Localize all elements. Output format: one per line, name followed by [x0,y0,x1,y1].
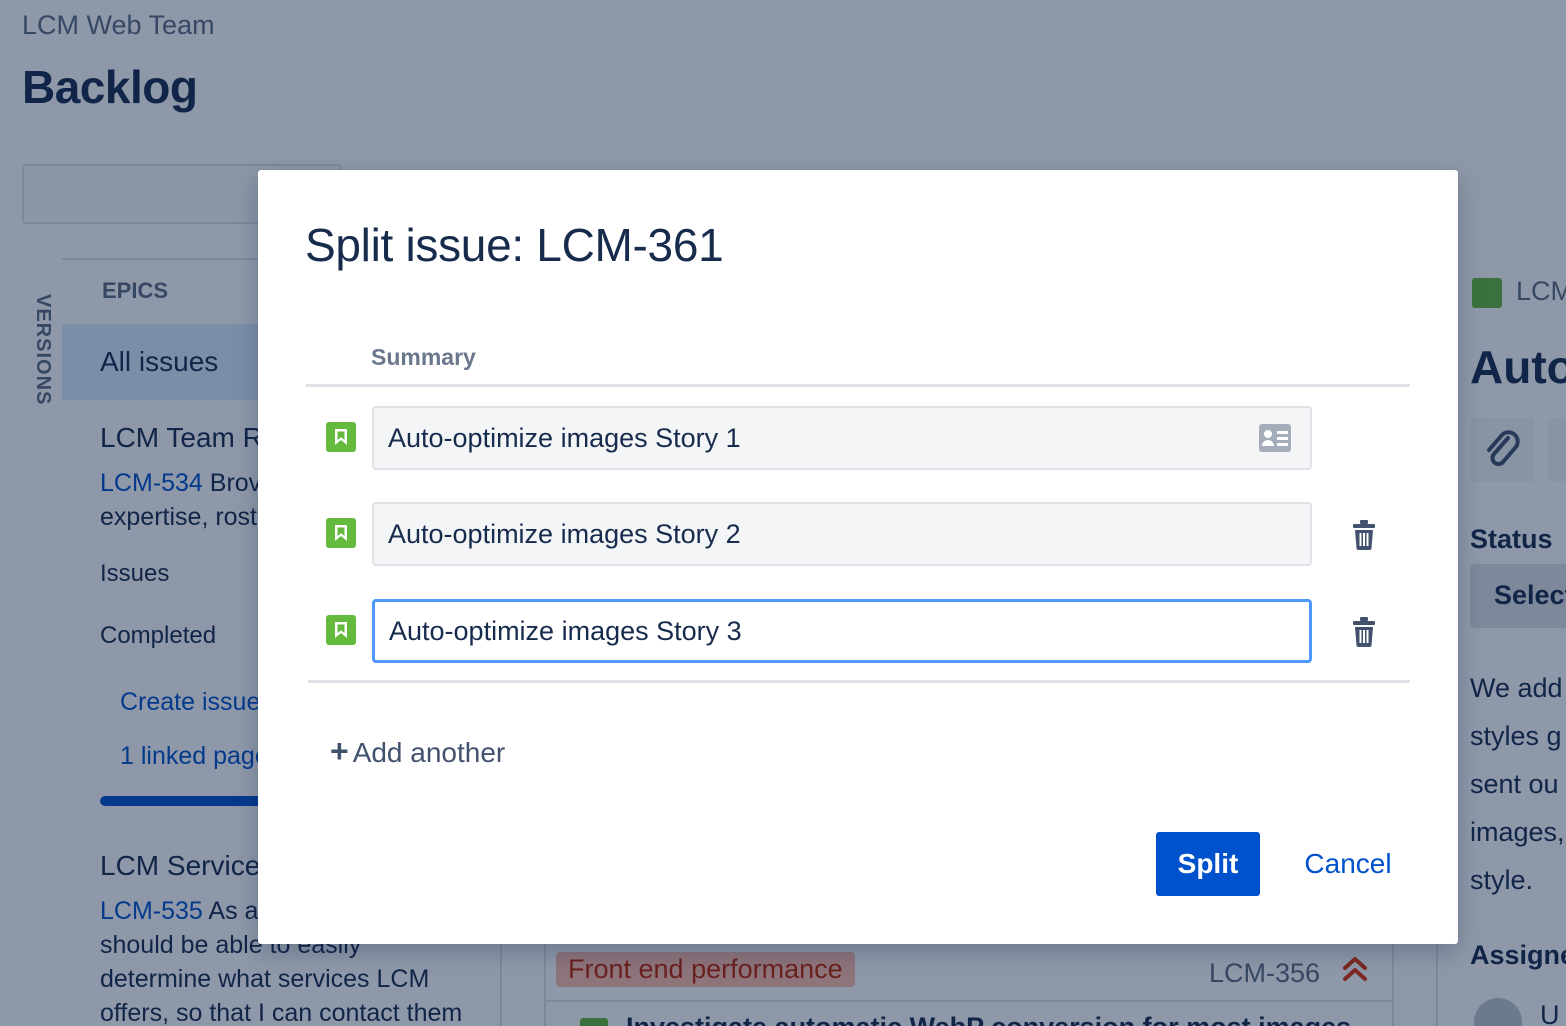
story-icon [326,422,356,452]
split-row [258,599,1458,665]
trash-icon[interactable] [1352,520,1376,550]
summary-column-header: Summary [371,344,476,370]
trash-icon[interactable] [1352,617,1376,647]
split-row [258,406,1458,472]
add-another-label: Add another [352,737,506,768]
summary-input[interactable] [372,502,1312,566]
dialog-title: Split issue: LCM-361 [305,219,724,271]
cancel-button[interactable]: Cancel [1288,832,1408,896]
summary-input[interactable] [372,406,1312,470]
divider [308,680,1410,683]
story-icon [326,615,356,645]
divider [306,384,1410,387]
plus-icon: + [330,733,349,769]
split-button[interactable]: Split [1156,832,1260,896]
split-row [258,502,1458,568]
story-icon [326,518,356,548]
add-another-button[interactable]: + Add another [330,733,505,770]
issue-card-icon[interactable] [1258,423,1292,453]
summary-input[interactable] [372,599,1312,663]
split-issue-dialog: Split issue: LCM-361 Summary Auto-optimi… [258,170,1458,944]
